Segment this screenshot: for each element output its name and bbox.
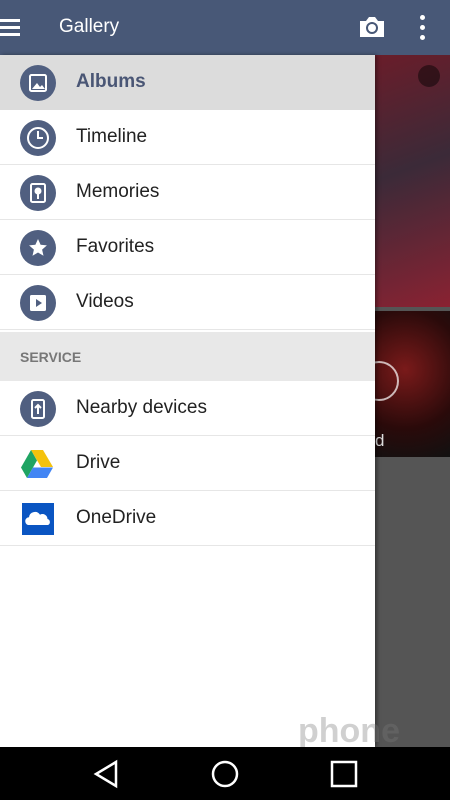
album-thumbnail[interactable]: d xyxy=(359,311,450,457)
drawer-item-nearby-devices[interactable]: Nearby devices xyxy=(0,381,375,436)
drawer-item-label: Drive xyxy=(76,452,121,473)
onedrive-icon xyxy=(22,503,54,535)
recents-icon[interactable] xyxy=(330,760,358,788)
menu-icon[interactable] xyxy=(0,17,20,37)
google-drive-icon xyxy=(20,448,54,478)
drawer-item-label: Memories xyxy=(76,181,160,202)
clock-icon xyxy=(20,120,56,156)
drawer-item-videos[interactable]: Videos xyxy=(0,275,375,330)
overflow-menu-icon[interactable] xyxy=(412,14,432,42)
system-nav-bar xyxy=(0,747,450,800)
section-header-service: SERVICE xyxy=(0,332,375,381)
star-icon xyxy=(20,230,56,266)
drawer-item-label: Videos xyxy=(76,291,134,312)
video-play-icon xyxy=(20,285,56,321)
drawer-item-favorites[interactable]: Favorites xyxy=(0,220,375,275)
nearby-devices-icon xyxy=(20,391,56,427)
drawer-item-onedrive[interactable]: OneDrive xyxy=(0,491,375,546)
drawer-item-label: OneDrive xyxy=(76,507,157,528)
drawer-item-label: Nearby devices xyxy=(76,397,207,418)
back-icon[interactable] xyxy=(92,759,120,789)
app-bar: Gallery xyxy=(0,0,450,55)
album-thumbnail[interactable] xyxy=(375,55,450,307)
albums-icon xyxy=(20,65,56,101)
drawer-item-memories[interactable]: Memories xyxy=(0,165,375,220)
memories-icon xyxy=(20,175,56,211)
drawer-item-albums[interactable]: Albums xyxy=(0,55,375,110)
drawer-item-timeline[interactable]: Timeline xyxy=(0,110,375,165)
navigation-drawer: Albums Timeline Memories Favorites Video… xyxy=(0,55,375,747)
camera-icon[interactable] xyxy=(358,15,386,39)
drawer-item-label: Albums xyxy=(76,71,146,92)
sd-card-icon xyxy=(418,65,440,87)
app-title: Gallery xyxy=(59,16,120,37)
drawer-item-label: Favorites xyxy=(76,236,155,257)
drawer-item-drive[interactable]: Drive xyxy=(0,436,375,491)
drawer-item-label: Timeline xyxy=(76,126,148,147)
gallery-grid-background: d xyxy=(359,55,450,747)
section-header-label: SERVICE xyxy=(20,349,82,365)
album-label-partial: d xyxy=(375,431,385,450)
home-icon[interactable] xyxy=(210,759,240,789)
